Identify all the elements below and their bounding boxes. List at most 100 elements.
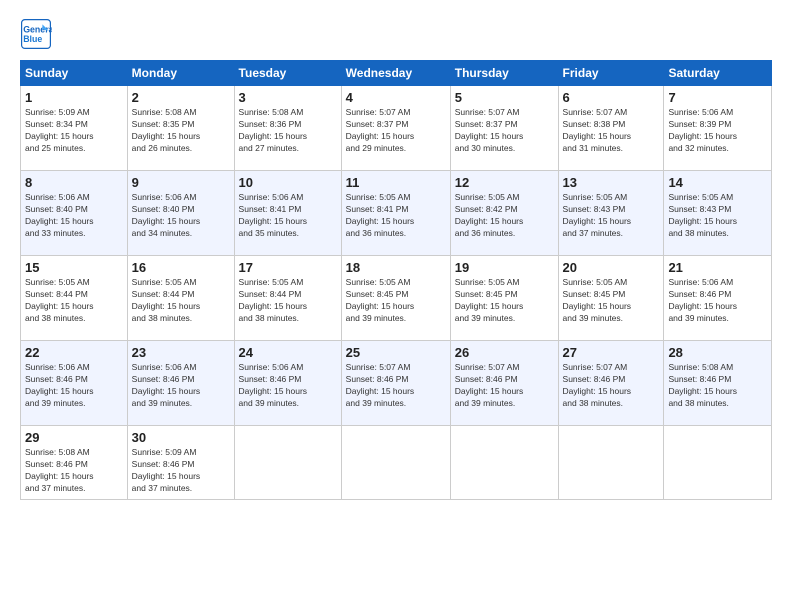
day-number: 9 <box>132 175 230 190</box>
day-number: 15 <box>25 260 123 275</box>
calendar-header-tuesday: Tuesday <box>234 61 341 86</box>
calendar-day-cell: 6 Sunrise: 5:07 AM Sunset: 8:38 PM Daylig… <box>558 86 664 171</box>
calendar-day-cell: 7 Sunrise: 5:06 AM Sunset: 8:39 PM Daylig… <box>664 86 772 171</box>
day-number: 6 <box>563 90 660 105</box>
day-info: Sunrise: 5:06 AM Sunset: 8:46 PM Dayligh… <box>668 277 767 325</box>
day-number: 4 <box>346 90 446 105</box>
day-info: Sunrise: 5:05 AM Sunset: 8:43 PM Dayligh… <box>668 192 767 240</box>
day-number: 26 <box>455 345 554 360</box>
calendar-header-saturday: Saturday <box>664 61 772 86</box>
day-number: 28 <box>668 345 767 360</box>
calendar-week-row: 15 Sunrise: 5:05 AM Sunset: 8:44 PM Dayli… <box>21 256 772 341</box>
svg-text:General: General <box>23 24 52 34</box>
day-number: 18 <box>346 260 446 275</box>
day-number: 12 <box>455 175 554 190</box>
day-number: 21 <box>668 260 767 275</box>
day-info: Sunrise: 5:07 AM Sunset: 8:38 PM Dayligh… <box>563 107 660 155</box>
calendar-day-cell: 26 Sunrise: 5:07 AM Sunset: 8:46 PM Dayli… <box>450 341 558 426</box>
day-info: Sunrise: 5:06 AM Sunset: 8:40 PM Dayligh… <box>132 192 230 240</box>
calendar-day-cell: 22 Sunrise: 5:06 AM Sunset: 8:46 PM Dayli… <box>21 341 128 426</box>
calendar-week-row: 22 Sunrise: 5:06 AM Sunset: 8:46 PM Dayli… <box>21 341 772 426</box>
day-info: Sunrise: 5:06 AM Sunset: 8:39 PM Dayligh… <box>668 107 767 155</box>
day-number: 22 <box>25 345 123 360</box>
day-number: 3 <box>239 90 337 105</box>
day-info: Sunrise: 5:08 AM Sunset: 8:35 PM Dayligh… <box>132 107 230 155</box>
calendar-day-cell: 2 Sunrise: 5:08 AM Sunset: 8:35 PM Daylig… <box>127 86 234 171</box>
calendar-header-monday: Monday <box>127 61 234 86</box>
svg-text:Blue: Blue <box>23 34 42 44</box>
day-number: 7 <box>668 90 767 105</box>
day-number: 10 <box>239 175 337 190</box>
day-number: 20 <box>563 260 660 275</box>
calendar-week-row: 8 Sunrise: 5:06 AM Sunset: 8:40 PM Daylig… <box>21 171 772 256</box>
day-number: 19 <box>455 260 554 275</box>
calendar-day-cell: 20 Sunrise: 5:05 AM Sunset: 8:45 PM Dayli… <box>558 256 664 341</box>
day-info: Sunrise: 5:07 AM Sunset: 8:37 PM Dayligh… <box>346 107 446 155</box>
calendar-day-cell: 18Sunrise: 5:05 AM Sunset: 8:45 PM Dayli… <box>341 256 450 341</box>
day-info: Sunrise: 5:05 AM Sunset: 8:45 PM Dayligh… <box>563 277 660 325</box>
day-info: Sunrise: 5:05 AM Sunset: 8:41 PM Dayligh… <box>346 192 446 240</box>
day-info: Sunrise: 5:09 AM Sunset: 8:46 PM Dayligh… <box>132 447 230 495</box>
day-info: Sunrise: 5:05 AM Sunset: 8:43 PM Dayligh… <box>563 192 660 240</box>
day-number: 23 <box>132 345 230 360</box>
calendar-day-cell: 25 Sunrise: 5:07 AM Sunset: 8:46 PM Dayli… <box>341 341 450 426</box>
day-number: 24 <box>239 345 337 360</box>
day-number: 16 <box>132 260 230 275</box>
calendar-day-cell: 30 Sunrise: 5:09 AM Sunset: 8:46 PM Dayli… <box>127 426 234 500</box>
calendar-header-friday: Friday <box>558 61 664 86</box>
calendar-day-cell <box>558 426 664 500</box>
calendar-day-cell: 27Sunrise: 5:07 AM Sunset: 8:46 PM Dayli… <box>558 341 664 426</box>
calendar-day-cell: 12 Sunrise: 5:05 AM Sunset: 8:42 PM Dayli… <box>450 171 558 256</box>
day-info: Sunrise: 5:05 AM Sunset: 8:44 PM Dayligh… <box>239 277 337 325</box>
day-number: 2 <box>132 90 230 105</box>
day-info: Sunrise: 5:08 AM Sunset: 8:36 PM Dayligh… <box>239 107 337 155</box>
calendar-day-cell: 11 Sunrise: 5:05 AM Sunset: 8:41 PM Dayli… <box>341 171 450 256</box>
day-number: 25 <box>346 345 446 360</box>
calendar-header-thursday: Thursday <box>450 61 558 86</box>
header: General Blue <box>20 18 772 50</box>
day-info: Sunrise: 5:05 AM Sunset: 8:44 PM Dayligh… <box>25 277 123 325</box>
calendar-day-cell: 29Sunrise: 5:08 AM Sunset: 8:46 PM Dayli… <box>21 426 128 500</box>
calendar-day-cell: 24 Sunrise: 5:06 AM Sunset: 8:46 PM Dayli… <box>234 341 341 426</box>
calendar-day-cell: 14 Sunrise: 5:05 AM Sunset: 8:43 PM Dayli… <box>664 171 772 256</box>
day-info: Sunrise: 5:07 AM Sunset: 8:37 PM Dayligh… <box>455 107 554 155</box>
day-info: Sunrise: 5:06 AM Sunset: 8:46 PM Dayligh… <box>132 362 230 410</box>
day-info: Sunrise: 5:07 AM Sunset: 8:46 PM Dayligh… <box>346 362 446 410</box>
day-info: Sunrise: 5:06 AM Sunset: 8:46 PM Dayligh… <box>239 362 337 410</box>
day-info: Sunrise: 5:06 AM Sunset: 8:41 PM Dayligh… <box>239 192 337 240</box>
day-info: Sunrise: 5:07 AM Sunset: 8:46 PM Dayligh… <box>455 362 554 410</box>
calendar-day-cell: 19Sunrise: 5:05 AM Sunset: 8:45 PM Dayli… <box>450 256 558 341</box>
day-info: Sunrise: 5:05 AM Sunset: 8:42 PM Dayligh… <box>455 192 554 240</box>
calendar-day-cell <box>664 426 772 500</box>
calendar-day-cell: 23 Sunrise: 5:06 AM Sunset: 8:46 PM Dayli… <box>127 341 234 426</box>
calendar-day-cell <box>234 426 341 500</box>
page: General Blue SundayMondayTuesdayWednesda… <box>0 0 792 612</box>
calendar-header-wednesday: Wednesday <box>341 61 450 86</box>
day-info: Sunrise: 5:05 AM Sunset: 8:44 PM Dayligh… <box>132 277 230 325</box>
day-number: 1 <box>25 90 123 105</box>
day-number: 13 <box>563 175 660 190</box>
calendar-day-cell: 8 Sunrise: 5:06 AM Sunset: 8:40 PM Daylig… <box>21 171 128 256</box>
day-number: 5 <box>455 90 554 105</box>
calendar-week-row: 29Sunrise: 5:08 AM Sunset: 8:46 PM Dayli… <box>21 426 772 500</box>
calendar-day-cell: 17Sunrise: 5:05 AM Sunset: 8:44 PM Dayli… <box>234 256 341 341</box>
calendar-day-cell: 1Sunrise: 5:09 AM Sunset: 8:34 PM Daylig… <box>21 86 128 171</box>
calendar-day-cell: 5 Sunrise: 5:07 AM Sunset: 8:37 PM Daylig… <box>450 86 558 171</box>
calendar-week-row: 1Sunrise: 5:09 AM Sunset: 8:34 PM Daylig… <box>21 86 772 171</box>
day-number: 14 <box>668 175 767 190</box>
logo: General Blue <box>20 18 58 50</box>
day-number: 8 <box>25 175 123 190</box>
calendar-day-cell: 21 Sunrise: 5:06 AM Sunset: 8:46 PM Dayli… <box>664 256 772 341</box>
calendar-header-sunday: Sunday <box>21 61 128 86</box>
day-info: Sunrise: 5:06 AM Sunset: 8:46 PM Dayligh… <box>25 362 123 410</box>
day-info: Sunrise: 5:07 AM Sunset: 8:46 PM Dayligh… <box>563 362 660 410</box>
logo-icon: General Blue <box>20 18 52 50</box>
calendar-day-cell <box>450 426 558 500</box>
calendar-day-cell: 9 Sunrise: 5:06 AM Sunset: 8:40 PM Daylig… <box>127 171 234 256</box>
day-info: Sunrise: 5:06 AM Sunset: 8:40 PM Dayligh… <box>25 192 123 240</box>
day-number: 30 <box>132 430 230 445</box>
day-number: 11 <box>346 175 446 190</box>
calendar-day-cell: 13 Sunrise: 5:05 AM Sunset: 8:43 PM Dayli… <box>558 171 664 256</box>
calendar-day-cell: 10 Sunrise: 5:06 AM Sunset: 8:41 PM Dayli… <box>234 171 341 256</box>
day-info: Sunrise: 5:08 AM Sunset: 8:46 PM Dayligh… <box>25 447 123 495</box>
